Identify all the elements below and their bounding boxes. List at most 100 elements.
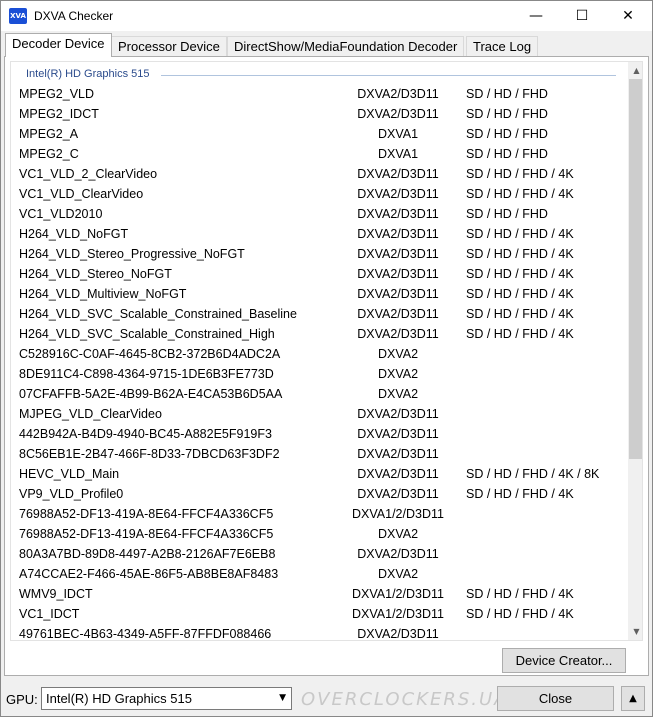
decoder-row[interactable]: 8C56EB1E-2B47-466F-8D33-7DBCD63F3DF2 DXVA… (11, 444, 631, 464)
decoder-name: 442B942A-B4D9-4940-BC45-A882E5F919F3 (19, 427, 272, 441)
chevron-down-icon: ▼ (279, 693, 286, 703)
decoder-api: DXVA2 (377, 387, 419, 401)
decoder-resolutions: SD / HD / FHD / 4K (466, 187, 574, 201)
tab-processor-device[interactable]: Processor Device (111, 36, 227, 57)
decoder-name: MPEG2_VLD (19, 87, 95, 101)
decoder-row[interactable]: MJPEG_VLD_ClearVideo DXVA2/D3D11 (11, 404, 631, 424)
decoder-row[interactable]: 07CFAFFB-5A2E-4B99-B62A-E4CA53B6D5AA DXVA… (11, 384, 631, 404)
decoder-api: DXVA2 (377, 527, 419, 541)
decoder-name: A74CCAE2-F466-45AE-86F5-AB8BE8AF8483 (19, 567, 279, 581)
decoder-name: H264_VLD_NoFGT (19, 227, 129, 241)
app-window: XVA DXVA Checker — ☐ ✕ Decoder Device Pr… (0, 0, 653, 717)
decoder-api: DXVA2/D3D11 (357, 467, 439, 481)
decoder-row[interactable]: 80A3A7BD-89D8-4497-A2B8-2126AF7E6EB8 DXVA… (11, 544, 631, 564)
decoder-name: H264_VLD_SVC_Scalable_Constrained_Baseli… (19, 307, 297, 321)
decoder-row[interactable]: H264_VLD_SVC_Scalable_Constrained_Baseli… (11, 304, 631, 324)
title-bar: XVA DXVA Checker — ☐ ✕ (1, 1, 652, 31)
decoder-row[interactable]: H264_VLD_Multiview_NoFGT DXVA2/D3D11 SD / … (11, 284, 631, 304)
gpu-select[interactable]: Intel(R) HD Graphics 515 ▼ (41, 687, 292, 710)
decoder-api: DXVA2 (377, 347, 419, 361)
decoder-row[interactable]: H264_VLD_NoFGT DXVA2/D3D11 SD / HD / FHD /… (11, 224, 631, 244)
decoder-name: MPEG2_C (19, 147, 79, 161)
decoder-row[interactable]: VC1_VLD_ClearVideo DXVA2/D3D11 SD / HD / F… (11, 184, 631, 204)
decoder-row[interactable]: 76988A52-DF13-419A-8E64-FFCF4A336CF5 DXVA… (11, 504, 631, 524)
decoder-row[interactable]: 76988A52-DF13-419A-8E64-FFCF4A336CF5 DXVA… (11, 524, 631, 544)
decoder-api: DXVA2/D3D11 (357, 307, 439, 321)
decoder-resolutions: SD / HD / FHD (466, 147, 548, 161)
scroll-down-icon[interactable]: ▼ (628, 623, 642, 640)
decoder-row[interactable]: 8DE911C4-C898-4364-9715-1DE6B3FE773D DXVA… (11, 364, 631, 384)
decoder-resolutions: SD / HD / FHD (466, 107, 548, 121)
decoder-api: DXVA2 (377, 367, 419, 381)
decoder-name: VC1_VLD2010 (19, 207, 103, 221)
decoder-name: 07CFAFFB-5A2E-4B99-B62A-E4CA53B6D5AA (19, 387, 283, 401)
decoder-name: MJPEG_VLD_ClearVideo (19, 407, 162, 421)
decoder-device-panel: Intel(R) HD Graphics 515 MPEG2_VLD DXVA2/… (4, 56, 649, 676)
minimize-button[interactable]: — (513, 1, 559, 31)
decoder-row[interactable]: A74CCAE2-F466-45AE-86F5-AB8BE8AF8483 DXVA… (11, 564, 631, 584)
watermark: OVERCLOCKERS.UA (301, 689, 509, 710)
decoder-name: MPEG2_A (19, 127, 79, 141)
decoder-row[interactable]: H264_VLD_Stereo_Progressive_NoFGT DXVA2/D… (11, 244, 631, 264)
decoder-resolutions: SD / HD / FHD / 4K (466, 307, 574, 321)
decoder-api: DXVA2/D3D11 (357, 547, 439, 561)
decoder-row[interactable]: 49761BEC-4B63-4349-A5FF-87FFDF088466 DXVA… (11, 624, 631, 641)
decoder-name: HEVC_VLD_Main (19, 467, 120, 481)
window-title: DXVA Checker (34, 9, 114, 23)
gpu-label: GPU: (6, 692, 38, 707)
scroll-up-icon[interactable]: ▲ (628, 62, 642, 79)
tab-directshow-mediafoundation-decoder[interactable]: DirectShow/MediaFoundation Decoder (227, 36, 465, 57)
close-window-button[interactable]: ✕ (605, 1, 651, 31)
decoder-row[interactable]: C528916C-C0AF-4645-8CB2-372B6D4ADC2A DXVA… (11, 344, 631, 364)
decoder-api: DXVA2/D3D11 (357, 487, 439, 501)
decoder-resolutions: SD / HD / FHD / 4K / 8K (466, 467, 600, 481)
decoder-list[interactable]: Intel(R) HD Graphics 515 MPEG2_VLD DXVA2/… (10, 61, 643, 641)
decoder-api: DXVA2/D3D11 (357, 627, 439, 641)
decoder-row[interactable]: H264_VLD_SVC_Scalable_Constrained_High DX… (11, 324, 631, 344)
decoder-name: VC1_IDCT (19, 607, 80, 621)
decoder-api: DXVA1/2/D3D11 (352, 507, 444, 521)
decoder-row[interactable]: HEVC_VLD_Main DXVA2/D3D11 SD / HD / FHD / … (11, 464, 631, 484)
decoder-row[interactable]: VP9_VLD_Profile0 DXVA2/D3D11 SD / HD / FHD… (11, 484, 631, 504)
decoder-name: 8C56EB1E-2B47-466F-8D33-7DBCD63F3DF2 (19, 447, 280, 461)
decoder-resolutions: SD / HD / FHD / 4K (466, 287, 574, 301)
decoder-name: H264_VLD_Stereo_Progressive_NoFGT (19, 247, 245, 261)
decoder-name: WMV9_IDCT (19, 587, 93, 601)
maximize-button[interactable]: ☐ (559, 1, 605, 31)
decoder-name: MPEG2_IDCT (19, 107, 99, 121)
decoder-resolutions: SD / HD / FHD / 4K (466, 167, 574, 181)
decoder-row[interactable]: 442B942A-B4D9-4940-BC45-A882E5F919F3 DXVA… (11, 424, 631, 444)
decoder-row[interactable]: H264_VLD_Stereo_NoFGT DXVA2/D3D11 SD / HD … (11, 264, 631, 284)
decoder-resolutions: SD / HD / FHD / 4K (466, 607, 574, 621)
decoder-resolutions: SD / HD / FHD / 4K (466, 327, 574, 341)
decoder-row[interactable]: WMV9_IDCT DXVA1/2/D3D11 SD / HD / FHD / 4K (11, 584, 631, 604)
decoder-row[interactable]: MPEG2_IDCT DXVA2/D3D11 SD / HD / FHD (11, 104, 631, 124)
vertical-scrollbar[interactable]: ▲ ▼ (628, 62, 642, 640)
decoder-resolutions: SD / HD / FHD / 4K (466, 487, 574, 501)
decoder-api: DXVA1 (377, 127, 419, 141)
decoder-row[interactable]: VC1_VLD2010 DXVA2/D3D11 SD / HD / FHD (11, 204, 631, 224)
tab-trace-log[interactable]: Trace Log (466, 36, 539, 57)
decoder-name: VC1_VLD_ClearVideo (19, 187, 144, 201)
decoder-api: DXVA2/D3D11 (357, 187, 439, 201)
gpu-select-value: Intel(R) HD Graphics 515 (46, 691, 192, 706)
decoder-name: 76988A52-DF13-419A-8E64-FFCF4A336CF5 (19, 507, 274, 521)
close-button[interactable]: Close (497, 686, 614, 711)
decoder-name: 8DE911C4-C898-4364-9715-1DE6B3FE773D (19, 367, 274, 381)
decoder-api: DXVA2/D3D11 (357, 207, 439, 221)
decoder-resolutions: SD / HD / FHD (466, 207, 548, 221)
decoder-name: H264_VLD_Stereo_NoFGT (19, 267, 172, 281)
decoder-resolutions: SD / HD / FHD (466, 87, 548, 101)
decoder-row[interactable]: VC1_IDCT DXVA1/2/D3D11 SD / HD / FHD / 4K (11, 604, 631, 624)
decoder-name: VC1_VLD_2_ClearVideo (19, 167, 158, 181)
scrollbar-thumb[interactable] (629, 79, 642, 459)
tab-decoder-device[interactable]: Decoder Device (5, 33, 112, 57)
gpu-group-title: Intel(R) HD Graphics 515 (24, 68, 152, 80)
decoder-row[interactable]: MPEG2_VLD DXVA2/D3D11 SD / HD / FHD (11, 84, 631, 104)
decoder-api: DXVA2/D3D11 (357, 427, 439, 441)
decoder-row[interactable]: VC1_VLD_2_ClearVideo DXVA2/D3D11 SD / HD /… (11, 164, 631, 184)
decoder-row[interactable]: MPEG2_A DXVA1 SD / HD / FHD (11, 124, 631, 144)
device-creator-button[interactable]: Device Creator... (502, 648, 626, 673)
decoder-row[interactable]: MPEG2_C DXVA1 SD / HD / FHD (11, 144, 631, 164)
collapse-button[interactable]: ▲ (621, 686, 645, 711)
